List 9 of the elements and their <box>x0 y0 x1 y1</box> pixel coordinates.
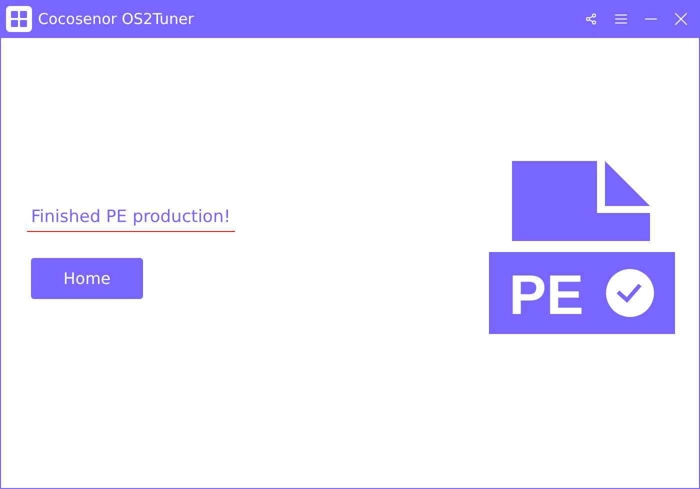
minimize-icon <box>645 18 657 20</box>
status-message: Finished PE production! <box>27 207 235 232</box>
app-logo-icon <box>6 6 32 32</box>
close-icon <box>675 13 687 25</box>
menu-icon <box>615 14 627 24</box>
home-button[interactable]: Home <box>31 258 143 299</box>
share-icon <box>585 13 597 25</box>
pe-file-illustration: PE <box>489 161 675 335</box>
window-title: Cocosenor OS2Tuner <box>38 10 195 28</box>
